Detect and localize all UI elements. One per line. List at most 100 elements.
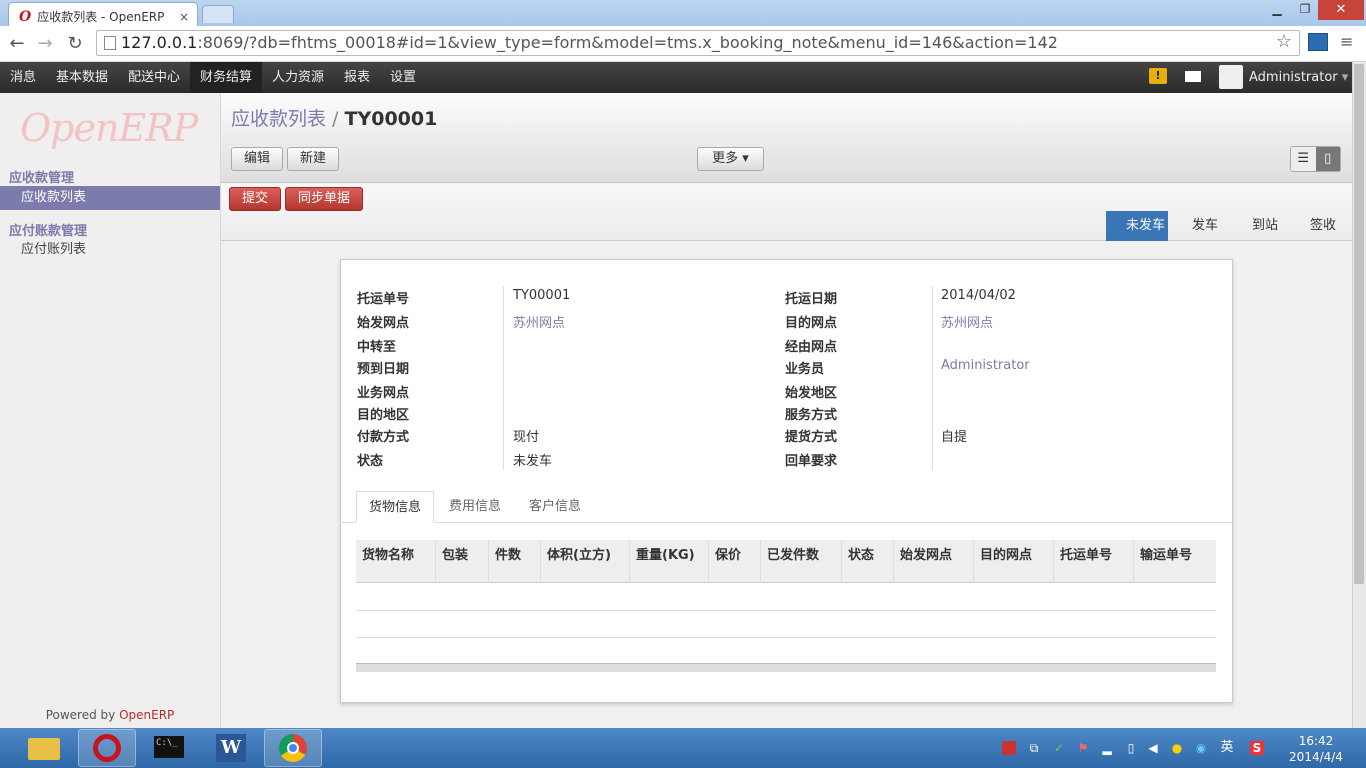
field-label: 托运日期 <box>785 292 838 307</box>
user-menu[interactable]: Administrator ▾ <box>1249 62 1348 93</box>
cmd-taskbar-icon[interactable]: C:\_ <box>140 729 198 767</box>
explorer-icon[interactable] <box>18 729 76 767</box>
sogou-tray-icon[interactable]: S <box>1250 741 1264 755</box>
field-label: 托运单号 <box>357 292 410 307</box>
sidebar-section-payables[interactable]: 应付账款管理 <box>9 220 87 239</box>
field-value: TY00001 <box>513 288 571 303</box>
column-header[interactable]: 输运单号 <box>1134 540 1216 583</box>
back-arrow-icon[interactable]: ← <box>4 31 30 57</box>
column-header[interactable]: 保价 <box>709 540 761 583</box>
stage-departed[interactable]: 发车 <box>1172 211 1228 241</box>
sync-button[interactable]: 同步单据 <box>285 187 363 211</box>
field-value[interactable]: 苏州网点 <box>941 312 993 331</box>
field-value[interactable]: 苏州网点 <box>513 312 565 331</box>
address-bar[interactable]: 127.0.0.1:8069/?db=fhtms_00018#id=1&view… <box>96 30 1300 56</box>
clock-date: 2014/4/4 <box>1289 750 1343 764</box>
clock[interactable]: 16:42 2014/4/4 <box>1284 733 1348 765</box>
table-row <box>356 610 1216 611</box>
field-value[interactable]: Administrator <box>941 358 1030 373</box>
acrobat-tray-icon[interactable] <box>1002 741 1016 755</box>
avatar[interactable] <box>1219 65 1243 89</box>
browser-tab-active[interactable]: O 应收款列表 - OpenERP × <box>8 2 198 26</box>
column-header[interactable]: 目的网点 <box>974 540 1054 583</box>
word-taskbar-icon[interactable]: W <box>202 729 260 767</box>
more-button[interactable]: 更多 ▾ <box>697 147 764 171</box>
close-window-icon[interactable]: ✕ <box>1318 0 1364 20</box>
top-menu-item[interactable]: 配送中心 <box>118 62 190 93</box>
stage-not-departed[interactable]: 未发车 <box>1106 211 1168 241</box>
top-menu-item[interactable]: 基本数据 <box>46 62 118 93</box>
browser-tab-title: 应收款列表 - OpenERP <box>37 10 165 24</box>
field-label: 预到日期 <box>357 362 410 377</box>
list-view-icon[interactable]: ☰ <box>1291 147 1316 171</box>
tab-customer-info[interactable]: 客户信息 <box>517 491 593 523</box>
url-host: 127.0.0.1 <box>121 33 198 52</box>
globe-tray-icon[interactable]: ◉ <box>1194 741 1208 755</box>
column-header[interactable]: 包装 <box>436 540 489 583</box>
top-menu-item[interactable]: 报表 <box>334 62 380 93</box>
column-header[interactable]: 体积(立方) <box>541 540 630 583</box>
new-tab-button[interactable] <box>202 5 234 23</box>
top-menu-item[interactable]: 人力资源 <box>262 62 334 93</box>
phone-tray-icon[interactable]: ▯ <box>1124 741 1138 755</box>
column-header[interactable]: 件数 <box>489 540 541 583</box>
security-tray-icon[interactable]: ✓ <box>1052 741 1066 755</box>
field-label: 状态 <box>357 454 384 469</box>
field-value: 未发车 <box>513 454 553 469</box>
extension-icon[interactable] <box>1308 33 1328 51</box>
column-header[interactable]: 重量(KG) <box>630 540 709 583</box>
field-label: 中转至 <box>357 340 397 355</box>
opera-taskbar-icon[interactable] <box>78 729 136 767</box>
sidebar-section-receivables[interactable]: 应收款管理 <box>9 167 74 186</box>
breadcrumb-parent[interactable]: 应收款列表 <box>231 108 326 130</box>
reload-icon[interactable]: ↻ <box>62 31 88 57</box>
network-share-icon[interactable]: ⧉ <box>1027 741 1041 755</box>
field-value: 2014/04/02 <box>941 288 1016 303</box>
close-tab-icon[interactable]: × <box>179 10 189 24</box>
column-header[interactable]: 状态 <box>842 540 894 583</box>
top-menu-item[interactable]: 设置 <box>380 62 426 93</box>
view-switcher: ☰ ▯ <box>1290 146 1341 172</box>
maximize-icon[interactable]: ❐ <box>1290 2 1320 20</box>
column-header[interactable]: 货物名称 <box>356 540 436 583</box>
flag-tray-icon[interactable]: ⚑ <box>1076 741 1090 755</box>
sidebar-item-receivable-list[interactable]: 应收款列表 <box>0 186 220 210</box>
column-header[interactable]: 已发件数 <box>761 540 842 583</box>
create-button[interactable]: 新建 <box>287 147 339 171</box>
openerp-logo: OpenERP <box>20 106 198 150</box>
sidebar-item-payable-list[interactable]: 应付账列表 <box>0 238 220 262</box>
powered-by-link[interactable]: OpenERP <box>119 708 174 722</box>
tab-cargo-info[interactable]: 货物信息 <box>356 491 435 523</box>
warning-icon[interactable]: ! <box>1149 68 1167 84</box>
tab-fee-info[interactable]: 费用信息 <box>437 491 513 523</box>
field-label: 业务网点 <box>357 386 410 401</box>
edit-button[interactable]: 编辑 <box>231 147 283 171</box>
browser-menu-icon[interactable]: ≡ <box>1340 33 1356 51</box>
signal-tray-icon[interactable]: ▂ <box>1100 741 1114 755</box>
bookmark-star-icon[interactable]: ☆ <box>1276 31 1292 52</box>
form-view-icon[interactable]: ▯ <box>1315 147 1340 171</box>
chrome-taskbar-icon[interactable] <box>264 729 322 767</box>
stage-arrived[interactable]: 到站 <box>1232 211 1288 241</box>
column-header[interactable]: 托运单号 <box>1054 540 1134 583</box>
mail-icon[interactable] <box>1185 71 1201 82</box>
scrollbar-thumb[interactable] <box>1354 64 1364 584</box>
opera-icon: O <box>19 8 32 25</box>
clock-time: 16:42 <box>1298 734 1334 748</box>
submit-button[interactable]: 提交 <box>229 187 281 211</box>
field-separator <box>932 286 933 470</box>
table-row <box>356 637 1216 638</box>
forward-arrow-icon[interactable]: → <box>32 31 58 57</box>
volume-icon[interactable]: ◀ <box>1146 741 1160 755</box>
top-menu-item[interactable]: 财务结算 <box>190 62 263 93</box>
field-label: 经由网点 <box>785 340 838 355</box>
field-label: 付款方式 <box>357 430 410 445</box>
column-header[interactable]: 始发网点 <box>894 540 974 583</box>
minimize-icon[interactable]: ▁ <box>1262 2 1292 20</box>
field-label: 目的地区 <box>357 408 410 423</box>
field-label: 目的网点 <box>785 316 838 331</box>
stage-signed[interactable]: 签收 <box>1290 211 1348 241</box>
ime-indicator[interactable]: 英 <box>1220 741 1234 755</box>
top-menu-item[interactable]: 消息 <box>0 62 46 93</box>
qq-tray-icon[interactable]: ● <box>1170 741 1184 755</box>
